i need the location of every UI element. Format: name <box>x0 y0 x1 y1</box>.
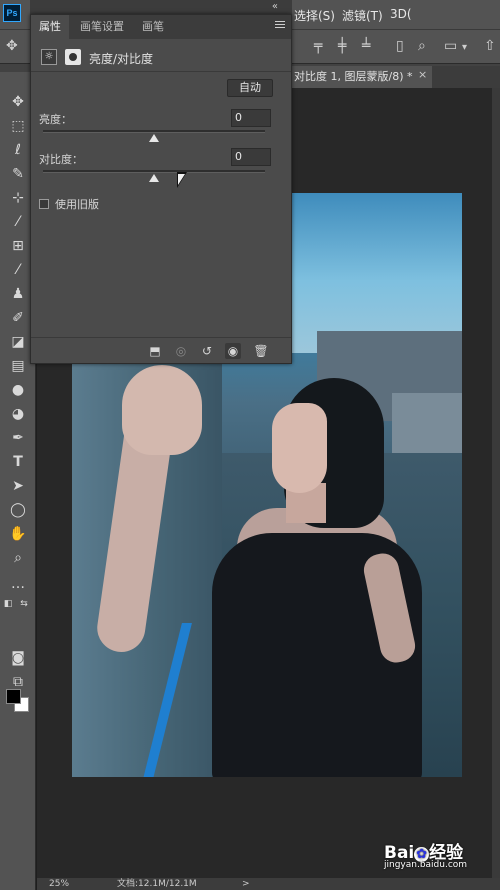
trash-icon[interactable]: 🗑 <box>253 343 269 359</box>
photo-face <box>272 403 327 493</box>
brush-icon[interactable]: ⁄ <box>8 260 28 280</box>
clip-to-layer-icon[interactable]: ⬒ <box>147 343 163 359</box>
lasso-icon[interactable]: ℓ <box>8 140 28 160</box>
search-icon[interactable]: ⌕ <box>418 39 426 53</box>
divider <box>31 71 291 72</box>
view-previous-state-icon[interactable]: ◎ <box>173 343 189 359</box>
document-tab-bar: 对比度 1, 图层蒙版/8) * <box>292 66 500 88</box>
layer-mask-icon[interactable] <box>65 49 81 65</box>
adjustment-title: 亮度/对比度 <box>89 52 154 66</box>
reset-icon[interactable]: ↺ <box>199 343 215 359</box>
contrast-label: 对比度： <box>39 153 83 166</box>
shape-icon[interactable]: ◯ <box>8 500 28 520</box>
type-icon[interactable]: T <box>8 452 28 472</box>
tab-brushes[interactable]: 画笔 <box>135 15 171 39</box>
stamp-icon[interactable]: ♟ <box>8 284 28 304</box>
align-bottom-icon[interactable]: ╧ <box>362 39 370 53</box>
contrast-slider-thumb[interactable] <box>149 174 159 182</box>
healing-icon[interactable]: ⊞ <box>8 236 28 256</box>
status-menu-arrow-icon[interactable]: > <box>242 878 250 890</box>
workspace-dropdown-icon[interactable]: ▾ <box>462 41 467 55</box>
menu-filter[interactable]: 滤镜(T) <box>342 7 383 24</box>
photoshop-logo-icon: Ps <box>3 4 21 22</box>
brightness-slider-thumb[interactable] <box>149 134 159 142</box>
screen-mode-icon[interactable]: ⧉ <box>8 672 28 692</box>
panel-header-strip: « <box>30 0 292 14</box>
adjustment-header: ☼ 亮度/对比度 <box>31 45 291 69</box>
panel-menu-icon[interactable] <box>275 21 285 31</box>
document-size: 文档:12.1M/12.1M <box>117 879 197 889</box>
mouse-cursor-icon <box>177 172 187 188</box>
more-icon[interactable]: … <box>8 574 28 594</box>
close-tab-icon[interactable]: × <box>418 68 427 81</box>
brightness-slider-track[interactable] <box>43 130 265 133</box>
align-top-icon[interactable]: ╤ <box>314 39 322 53</box>
share-icon[interactable]: ⇧ <box>484 39 496 53</box>
status-bar: 25% 文档:12.1M/12.1M > <box>37 878 500 890</box>
distribute-icon[interactable]: ▯ <box>396 39 404 53</box>
eraser-icon[interactable]: ◪ <box>8 332 28 352</box>
baidu-watermark: Bai ✿ 经验 jingyan.baidu.com <box>384 838 484 878</box>
eyedropper-icon[interactable]: ⁄ <box>8 212 28 232</box>
quick-mask-icon[interactable]: ◙ <box>8 648 28 668</box>
contrast-field[interactable]: 0 <box>231 148 271 166</box>
swap-colors-icon[interactable]: ⇆ <box>18 594 30 614</box>
marquee-icon[interactable]: ⬚ <box>8 116 28 136</box>
path-select-icon[interactable]: ➤ <box>8 476 28 496</box>
vertical-scrollbar[interactable] <box>492 88 500 878</box>
zoom-icon[interactable]: ⌕ <box>8 548 28 568</box>
panel-footer: ⬒ ◎ ↺ ◉ 🗑 <box>31 337 291 363</box>
default-colors-icon[interactable]: ◧ <box>2 594 14 614</box>
photo-hand <box>122 365 202 455</box>
align-vcenter-icon[interactable]: ╪ <box>338 39 346 53</box>
auto-button[interactable]: 自动 <box>227 79 273 97</box>
zoom-level[interactable]: 25% <box>49 878 69 890</box>
use-legacy-checkbox[interactable] <box>39 199 49 209</box>
brightness-adjustment-icon: ☼ <box>41 49 57 65</box>
history-brush-icon[interactable]: ✐ <box>8 308 28 328</box>
brightness-field[interactable]: 0 <box>231 109 271 127</box>
panel-tab-bar: 属性 画笔设置 画笔 <box>31 15 291 39</box>
crop-icon[interactable]: ⊹ <box>8 188 28 208</box>
use-legacy-label: 使用旧版 <box>55 198 99 211</box>
dodge-icon[interactable]: ◕ <box>8 404 28 424</box>
move-option-icon[interactable]: ✥ <box>6 39 18 53</box>
workspace-icon[interactable]: ▭ <box>444 39 457 53</box>
pen-icon[interactable]: ✒ <box>8 428 28 448</box>
properties-panel: 属性 画笔设置 画笔 ☼ 亮度/对比度 自动 亮度： 0 对比度： 0 使用旧版… <box>30 14 292 364</box>
document-tab[interactable]: 对比度 1, 图层蒙版/8) * <box>292 66 432 88</box>
tab-properties[interactable]: 属性 <box>31 15 69 39</box>
menu-3d[interactable]: 3D( <box>390 7 412 21</box>
hand-icon[interactable]: ✋ <box>8 524 28 544</box>
brightness-label: 亮度： <box>39 113 72 126</box>
contrast-slider-track[interactable] <box>43 170 265 173</box>
menu-select[interactable]: 选择(S) <box>294 7 335 24</box>
quick-select-icon[interactable]: ✎ <box>8 164 28 184</box>
gradient-icon[interactable]: ▤ <box>8 356 28 376</box>
move-icon[interactable]: ✥ <box>8 92 28 112</box>
collapse-panel-icon[interactable]: « <box>272 1 278 12</box>
watermark-url: jingyan.baidu.com <box>384 860 468 870</box>
visibility-eye-icon[interactable]: ◉ <box>225 343 241 359</box>
tab-brush-settings[interactable]: 画笔设置 <box>71 15 133 39</box>
blur-icon[interactable]: ● <box>8 380 28 400</box>
